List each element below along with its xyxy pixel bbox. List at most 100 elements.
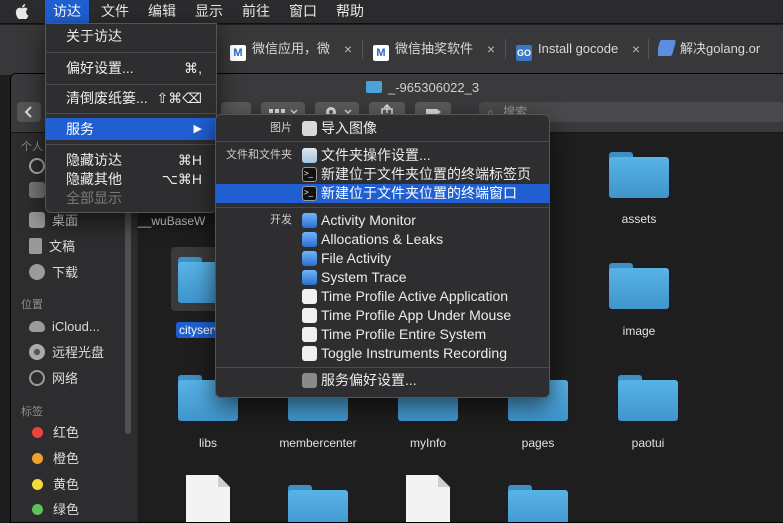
document-icon[interactable] bbox=[406, 475, 450, 522]
timer-icon bbox=[302, 308, 317, 323]
tab-favicon-icon: GO bbox=[516, 45, 532, 61]
category-label: 图片 bbox=[270, 122, 292, 134]
sidebar-tag-orange[interactable]: 橙色 bbox=[29, 449, 79, 469]
menu-finder[interactable]: 访达 bbox=[45, 0, 89, 23]
sidebar-tag-red[interactable]: 红色 bbox=[29, 423, 79, 443]
folder-icon bbox=[366, 81, 382, 93]
menu-help[interactable]: 帮助 bbox=[328, 0, 372, 23]
close-tab-icon[interactable]: × bbox=[632, 36, 640, 62]
sidebar-section-personal: 个人 bbox=[21, 141, 43, 153]
browser-tab-2[interactable]: M 微信抽奖软件 × bbox=[373, 36, 495, 62]
tag-color-icon bbox=[32, 504, 43, 515]
file-name: image bbox=[622, 324, 656, 338]
cloud-icon bbox=[29, 321, 45, 332]
folder-action-icon bbox=[302, 148, 317, 163]
services-submenu: 图片 导入图像 文件和文件夹 文件夹操作设置... 新建位于文件夹位置的终端标签… bbox=[215, 114, 550, 398]
service-import-image[interactable]: 图片 导入图像 bbox=[216, 119, 549, 138]
service-toggle-instruments-recording[interactable]: Toggle Instruments Recording bbox=[216, 344, 549, 363]
menu-bar: 访达 文件 编辑 显示 前往 窗口 帮助 bbox=[0, 0, 783, 24]
file-name: paotui bbox=[631, 436, 665, 450]
folder-icon[interactable] bbox=[609, 263, 669, 309]
folder-icon[interactable] bbox=[609, 152, 669, 198]
tag-color-icon bbox=[32, 453, 43, 464]
menu-item-preferences[interactable]: 偏好设置... ⌘, bbox=[46, 57, 216, 79]
service-activity-monitor[interactable]: 开发 Activity Monitor bbox=[216, 211, 549, 230]
apple-icon[interactable] bbox=[15, 4, 29, 19]
downloads-icon bbox=[29, 264, 45, 280]
back-button[interactable] bbox=[17, 102, 41, 122]
timer-icon bbox=[302, 327, 317, 342]
tab-label: 微信抽奖软件 bbox=[395, 41, 474, 56]
finder-app-menu: 关于访达 偏好设置... ⌘, 清倒废纸篓... ⇧⌘⌫ 服务 ▶ 隐藏访达 ⌘H 隐藏… bbox=[45, 23, 217, 213]
instruments-icon bbox=[302, 251, 317, 266]
folder-icon[interactable] bbox=[288, 485, 348, 522]
sidebar-tag-green[interactable]: 绿色 bbox=[29, 500, 79, 520]
documents-icon bbox=[29, 238, 42, 254]
browser-tab-1[interactable]: M 微信应用，微 × bbox=[230, 36, 352, 62]
menu-item-empty-trash[interactable]: 清倒废纸篓... ⇧⌘⌫ bbox=[46, 87, 216, 109]
tag-color-icon bbox=[32, 427, 43, 438]
network-icon bbox=[29, 370, 45, 386]
menu-go[interactable]: 前往 bbox=[234, 0, 278, 23]
menu-window[interactable]: 窗口 bbox=[281, 0, 325, 23]
file-name: membercenter bbox=[279, 436, 357, 450]
close-tab-icon[interactable]: × bbox=[487, 36, 495, 62]
camera-icon bbox=[302, 121, 317, 136]
category-label: 开发 bbox=[270, 214, 292, 226]
sidebar-section-tags: 标签 bbox=[21, 406, 43, 418]
menu-file[interactable]: 文件 bbox=[93, 0, 137, 23]
sidebar-item-desktop[interactable]: 桌面 bbox=[29, 211, 78, 231]
menu-edit[interactable]: 编辑 bbox=[140, 0, 184, 23]
chevron-left-icon bbox=[24, 106, 32, 118]
file-name: pages bbox=[521, 436, 555, 450]
service-system-trace[interactable]: System Trace bbox=[216, 268, 549, 287]
tag-color-icon bbox=[32, 479, 43, 490]
sidebar-item-icloud[interactable]: iCloud... bbox=[29, 317, 100, 337]
category-label: 文件和文件夹 bbox=[226, 149, 292, 161]
sidebar-item-network[interactable]: 网络 bbox=[29, 369, 78, 389]
timer-icon bbox=[302, 289, 317, 304]
terminal-icon bbox=[302, 164, 317, 183]
file-name: assets bbox=[621, 212, 657, 226]
sidebar-tag-yellow[interactable]: 黄色 bbox=[29, 475, 79, 495]
document-icon[interactable] bbox=[186, 475, 230, 522]
sidebar-item-remote-disc[interactable]: 远程光盘 bbox=[29, 343, 104, 363]
service-preferences[interactable]: 服务偏好设置... bbox=[216, 371, 549, 390]
tab-label: Install gocode bbox=[538, 41, 619, 56]
service-allocations-leaks[interactable]: Allocations & Leaks bbox=[216, 230, 549, 249]
service-time-profile-active-app[interactable]: Time Profile Active Application bbox=[216, 287, 549, 306]
tab-favicon-icon bbox=[658, 40, 677, 56]
timer-icon bbox=[302, 346, 317, 361]
service-time-profile-app-under-mouse[interactable]: Time Profile App Under Mouse bbox=[216, 306, 549, 325]
close-tab-icon[interactable]: × bbox=[344, 36, 352, 62]
apps-icon bbox=[29, 182, 45, 198]
chevron-right-icon: ▶ bbox=[193, 123, 202, 135]
disc-icon bbox=[29, 344, 45, 360]
service-new-terminal-window[interactable]: 新建位于文件夹位置的终端窗口 bbox=[216, 183, 549, 203]
file-name: __wuBaseW bbox=[138, 214, 206, 228]
terminal-icon bbox=[302, 183, 317, 202]
tab-label: 微信应用，微 bbox=[252, 41, 331, 56]
service-file-activity[interactable]: File Activity bbox=[216, 249, 549, 268]
browser-tab-3[interactable]: GO Install gocode × bbox=[516, 36, 640, 62]
file-name: libs bbox=[198, 436, 217, 450]
instruments-icon bbox=[302, 213, 317, 228]
service-time-profile-entire-system[interactable]: Time Profile Entire System bbox=[216, 325, 549, 344]
menu-view[interactable]: 显示 bbox=[187, 0, 231, 23]
browser-tab-4[interactable]: 解决golang.or bbox=[658, 36, 783, 62]
folder-icon[interactable] bbox=[508, 485, 568, 522]
folder-icon[interactable] bbox=[618, 375, 678, 421]
airdrop-icon bbox=[29, 158, 45, 174]
file-name: myInfo bbox=[409, 436, 446, 450]
menu-item-about-finder[interactable]: 关于访达 bbox=[46, 25, 216, 47]
window-title: _-965306022_3 bbox=[366, 80, 479, 95]
menu-item-services[interactable]: 服务 ▶ bbox=[46, 118, 216, 140]
tab-favicon-icon: M bbox=[373, 45, 389, 61]
menu-item-show-all: 全部显示 bbox=[66, 190, 122, 206]
service-folder-actions[interactable]: 文件和文件夹 文件夹操作设置... bbox=[216, 146, 549, 165]
sidebar-item-downloads[interactable]: 下载 bbox=[29, 263, 78, 283]
desktop-icon bbox=[29, 212, 45, 228]
gear-icon bbox=[302, 373, 317, 388]
service-new-terminal-tab[interactable]: 新建位于文件夹位置的终端标签页 bbox=[216, 164, 549, 184]
sidebar-item-documents[interactable]: 文稿 bbox=[29, 237, 75, 257]
